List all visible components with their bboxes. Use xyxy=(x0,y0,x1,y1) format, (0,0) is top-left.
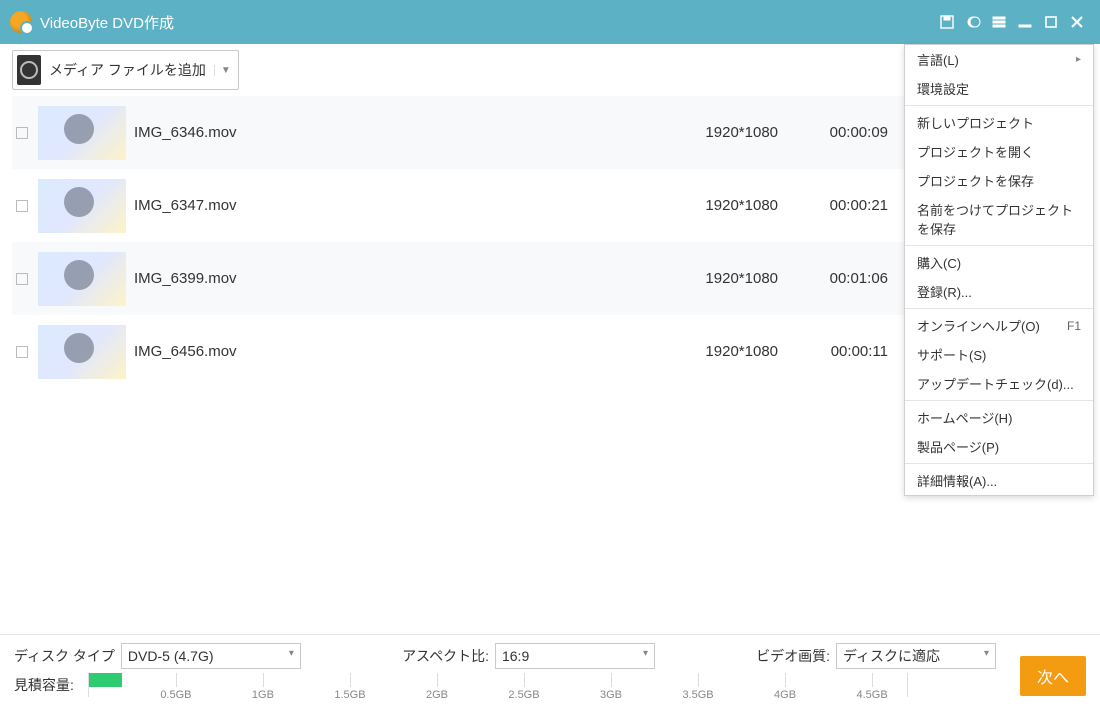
capacity-tick xyxy=(263,673,264,687)
capacity-fill xyxy=(89,673,122,687)
disc-type-label: ディスク タイプ xyxy=(14,646,115,666)
capacity-tick-label: 2GB xyxy=(426,689,448,701)
minimize-icon[interactable] xyxy=(1012,9,1038,35)
next-button[interactable]: 次へ xyxy=(1020,656,1086,696)
capacity-tick xyxy=(437,673,438,687)
file-thumbnail xyxy=(38,325,126,379)
menu-item[interactable]: 名前をつけてプロジェクトを保存 xyxy=(905,195,1093,243)
capacity-tick-label: 1GB xyxy=(252,689,274,701)
file-resolution: 1920*1080 xyxy=(648,343,778,360)
capacity-tick-label: 0.5GB xyxy=(160,689,191,701)
dropdown-menu: 言語(L)環境設定新しいプロジェクトプロジェクトを開くプロジェクトを保存名前をつ… xyxy=(904,44,1094,496)
file-duration: 00:00:09 xyxy=(788,124,888,141)
close-icon[interactable] xyxy=(1064,9,1090,35)
capacity-tick-label: 3GB xyxy=(600,689,622,701)
file-checkbox[interactable] xyxy=(16,127,28,139)
capacity-tick xyxy=(872,673,873,687)
save-icon[interactable] xyxy=(934,9,960,35)
file-resolution: 1920*1080 xyxy=(648,270,778,287)
capacity-tick xyxy=(611,673,612,687)
menu-item[interactable]: アップデートチェック(d)... xyxy=(905,369,1093,398)
file-duration: 00:00:21 xyxy=(788,197,888,214)
bottom-panel: ディスク タイプ DVD-5 (4.7G) アスペクト比: 16:9 ビデオ画質… xyxy=(0,634,1100,706)
menu-item[interactable]: プロジェクトを保存 xyxy=(905,166,1093,195)
capacity-tick xyxy=(698,673,699,687)
capacity-tick xyxy=(350,673,351,687)
menu-item[interactable]: 購入(C) xyxy=(905,248,1093,277)
app-title: VideoByte DVD作成 xyxy=(40,12,174,33)
menu-item[interactable]: 詳細情報(A)... xyxy=(905,466,1093,495)
menu-item[interactable]: 製品ページ(P) xyxy=(905,432,1093,461)
file-resolution: 1920*1080 xyxy=(648,197,778,214)
capacity-tick-label: 4GB xyxy=(774,689,796,701)
capacity-tick-label: 4.5GB xyxy=(856,689,887,701)
file-checkbox[interactable] xyxy=(16,273,28,285)
menu-separator xyxy=(905,308,1093,309)
menu-separator xyxy=(905,400,1093,401)
file-name: IMG_6399.mov xyxy=(134,270,494,287)
file-resolution: 1920*1080 xyxy=(648,124,778,141)
file-name: IMG_6347.mov xyxy=(134,197,494,214)
titlebar: VideoByte DVD作成 xyxy=(0,0,1100,44)
add-media-button[interactable]: メディア ファイルを追加 ▼ xyxy=(12,50,239,90)
menu-item[interactable]: オンラインヘルプ(O)F1 xyxy=(905,311,1093,340)
capacity-row: 見積容量: 0.5GB1GB1.5GB2GB2.5GB3GB3.5GB4GB4.… xyxy=(0,669,1100,697)
menu-item[interactable]: プロジェクトを開く xyxy=(905,137,1093,166)
capacity-tick xyxy=(785,673,786,687)
add-media-label: メディア ファイルを追加 xyxy=(49,60,206,80)
capacity-tick-label: 1.5GB xyxy=(334,689,365,701)
chevron-down-icon[interactable]: ▼ xyxy=(214,65,230,76)
file-duration: 00:00:11 xyxy=(788,343,888,360)
app-logo-icon xyxy=(10,11,32,33)
file-thumbnail xyxy=(38,252,126,306)
capacity-bar: 0.5GB1GB1.5GB2GB2.5GB3GB3.5GB4GB4.5GB xyxy=(88,673,908,697)
menu-item[interactable]: 新しいプロジェクト xyxy=(905,108,1093,137)
file-checkbox[interactable] xyxy=(16,346,28,358)
aspect-label: アスペクト比: xyxy=(402,646,489,666)
file-duration: 00:01:06 xyxy=(788,270,888,287)
menu-item[interactable]: 言語(L) xyxy=(905,45,1093,74)
menu-item[interactable]: 登録(R)... xyxy=(905,277,1093,306)
quality-label: ビデオ画質: xyxy=(756,646,830,666)
menu-item[interactable]: 環境設定 xyxy=(905,74,1093,103)
capacity-tick xyxy=(524,673,525,687)
menu-separator xyxy=(905,245,1093,246)
file-thumbnail xyxy=(38,106,126,160)
menu-item[interactable]: ホームページ(H) xyxy=(905,403,1093,432)
capacity-tick-label: 2.5GB xyxy=(508,689,539,701)
capacity-tick-label: 3.5GB xyxy=(682,689,713,701)
menu-icon[interactable] xyxy=(986,9,1012,35)
file-checkbox[interactable] xyxy=(16,200,28,212)
quality-select[interactable]: ディスクに適応 xyxy=(836,643,996,669)
menu-separator xyxy=(905,105,1093,106)
capacity-tick xyxy=(176,673,177,687)
file-name: IMG_6456.mov xyxy=(134,343,494,360)
capacity-label: 見積容量: xyxy=(14,675,74,695)
menu-separator xyxy=(905,463,1093,464)
file-name: IMG_6346.mov xyxy=(134,124,494,141)
disc-type-select[interactable]: DVD-5 (4.7G) xyxy=(121,643,301,669)
aspect-select[interactable]: 16:9 xyxy=(495,643,655,669)
menu-item[interactable]: サポート(S) xyxy=(905,340,1093,369)
disc-icon xyxy=(17,55,41,85)
file-thumbnail xyxy=(38,179,126,233)
theme-icon[interactable] xyxy=(960,9,986,35)
maximize-icon[interactable] xyxy=(1038,9,1064,35)
